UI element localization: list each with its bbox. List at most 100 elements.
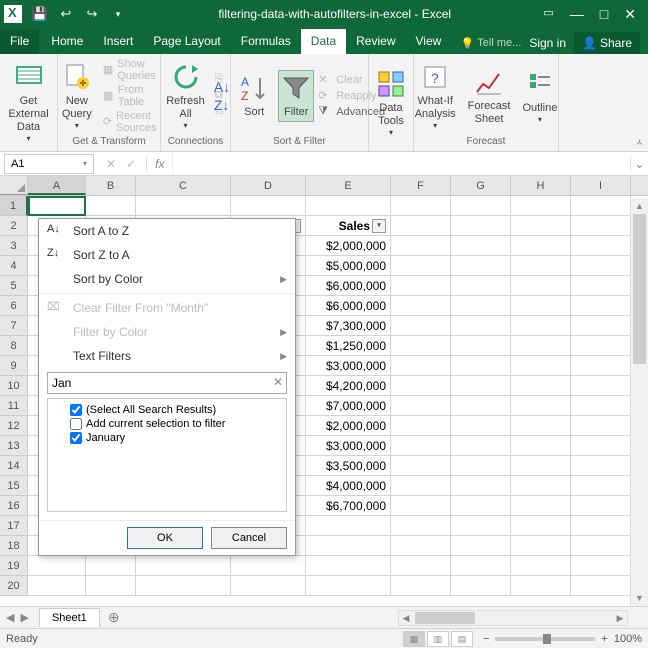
cell[interactable] xyxy=(391,376,451,396)
enter-formula-icon[interactable]: ✓ xyxy=(126,157,136,171)
col-header[interactable]: A xyxy=(28,176,86,195)
checkbox[interactable] xyxy=(70,432,82,444)
qat-customize-icon[interactable]: ▾ xyxy=(110,6,126,22)
cell[interactable] xyxy=(391,356,451,376)
col-header[interactable]: C xyxy=(136,176,231,195)
scroll-thumb[interactable] xyxy=(415,612,475,624)
cell[interactable]: $3,500,000 xyxy=(306,456,391,476)
cell[interactable] xyxy=(511,356,571,376)
cell[interactable] xyxy=(391,336,451,356)
row-header[interactable]: 11 xyxy=(0,396,28,416)
row-header[interactable]: 16 xyxy=(0,496,28,516)
row-header[interactable]: 17 xyxy=(0,516,28,536)
cell[interactable] xyxy=(391,456,451,476)
scroll-thumb[interactable] xyxy=(633,214,646,364)
cell[interactable] xyxy=(511,576,571,596)
row-header[interactable]: 6 xyxy=(0,296,28,316)
cell[interactable] xyxy=(136,196,231,216)
cell[interactable]: $2,000,000 xyxy=(306,416,391,436)
cell[interactable]: $3,000,000 xyxy=(306,436,391,456)
cell[interactable] xyxy=(571,256,631,276)
zoom-out-button[interactable]: − xyxy=(483,633,489,645)
col-header[interactable]: H xyxy=(511,176,571,195)
cell[interactable] xyxy=(511,276,571,296)
what-if-button[interactable]: ?What-If Analysis▾ xyxy=(411,59,460,133)
cell[interactable]: $2,000,000 xyxy=(306,236,391,256)
col-header[interactable]: E xyxy=(306,176,391,195)
filter-option[interactable]: January xyxy=(52,431,282,445)
sort-za-icon[interactable]: Z↓ xyxy=(214,97,230,113)
cell[interactable]: $5,000,000 xyxy=(306,256,391,276)
cell[interactable] xyxy=(451,496,511,516)
tab-formulas[interactable]: Formulas xyxy=(231,29,301,54)
maximize-icon[interactable]: □ xyxy=(600,6,608,23)
recent-sources-button[interactable]: ⟳Recent Sources xyxy=(103,110,161,134)
filter-option[interactable]: (Select All Search Results) xyxy=(52,403,282,417)
undo-icon[interactable]: ↩ xyxy=(58,6,74,22)
from-table-button[interactable]: ▦From Table xyxy=(103,84,161,108)
cell[interactable] xyxy=(511,516,571,536)
horizontal-scrollbar[interactable]: ◀ ▶ xyxy=(398,610,628,626)
cell[interactable] xyxy=(571,396,631,416)
cell[interactable] xyxy=(451,536,511,556)
cell[interactable] xyxy=(451,276,511,296)
cell[interactable] xyxy=(451,256,511,276)
cell[interactable] xyxy=(511,236,571,256)
cell[interactable] xyxy=(391,436,451,456)
filter-search-input[interactable] xyxy=(47,372,287,394)
cell[interactable] xyxy=(451,196,511,216)
cell[interactable] xyxy=(571,416,631,436)
cell[interactable] xyxy=(571,316,631,336)
sheet-tab[interactable]: Sheet1 xyxy=(39,608,100,627)
cell[interactable] xyxy=(391,216,451,236)
cell[interactable]: Sales▾ xyxy=(306,216,391,236)
ok-button[interactable]: OK xyxy=(127,527,203,549)
cell[interactable] xyxy=(28,576,86,596)
close-icon[interactable]: ✕ xyxy=(624,6,636,23)
show-queries-button[interactable]: ▦Show Queries xyxy=(103,58,161,82)
row-header[interactable]: 4 xyxy=(0,256,28,276)
cell[interactable]: $4,200,000 xyxy=(306,376,391,396)
tell-me[interactable]: 💡Tell me... xyxy=(461,37,522,50)
row-header[interactable]: 8 xyxy=(0,336,28,356)
data-tools-button[interactable]: Data Tools▾ xyxy=(371,66,411,140)
sort-az-icon[interactable]: A↓ xyxy=(214,79,230,95)
row-header[interactable]: 15 xyxy=(0,476,28,496)
cell[interactable] xyxy=(511,496,571,516)
new-query-button[interactable]: New Query▾ xyxy=(57,59,97,133)
tab-page-layout[interactable]: Page Layout xyxy=(143,29,230,54)
tab-review[interactable]: Review xyxy=(346,29,405,54)
cell[interactable] xyxy=(306,556,391,576)
row-header[interactable]: 13 xyxy=(0,436,28,456)
text-filters[interactable]: Text Filters▶ xyxy=(39,344,295,368)
cell[interactable] xyxy=(511,196,571,216)
cell[interactable]: $6,000,000 xyxy=(306,276,391,296)
clear-search-icon[interactable]: ✕ xyxy=(273,375,283,389)
filter-option[interactable]: Add current selection to filter xyxy=(52,417,282,431)
cell[interactable] xyxy=(451,456,511,476)
row-header[interactable]: 2 xyxy=(0,216,28,236)
cell[interactable] xyxy=(571,376,631,396)
cell[interactable] xyxy=(571,456,631,476)
cell[interactable] xyxy=(511,316,571,336)
page-layout-view-button[interactable]: ▥ xyxy=(427,631,449,647)
cell[interactable] xyxy=(571,536,631,556)
normal-view-button[interactable]: ▦ xyxy=(403,631,425,647)
cell[interactable] xyxy=(571,356,631,376)
cell[interactable] xyxy=(306,196,391,216)
sort-a-to-z[interactable]: A↓Sort A to Z xyxy=(39,219,295,243)
cell[interactable] xyxy=(571,556,631,576)
row-header[interactable]: 5 xyxy=(0,276,28,296)
cell[interactable] xyxy=(571,336,631,356)
cell[interactable] xyxy=(451,236,511,256)
get-external-data-button[interactable]: Get External Data▾ xyxy=(4,59,52,146)
cell[interactable] xyxy=(571,476,631,496)
cell[interactable] xyxy=(571,216,631,236)
cell[interactable] xyxy=(571,496,631,516)
row-header[interactable]: 20 xyxy=(0,576,28,596)
cell[interactable]: $6,700,000 xyxy=(306,496,391,516)
cell[interactable] xyxy=(511,436,571,456)
cell[interactable] xyxy=(451,436,511,456)
cell[interactable] xyxy=(306,516,391,536)
forecast-sheet-button[interactable]: Forecast Sheet xyxy=(464,64,515,128)
